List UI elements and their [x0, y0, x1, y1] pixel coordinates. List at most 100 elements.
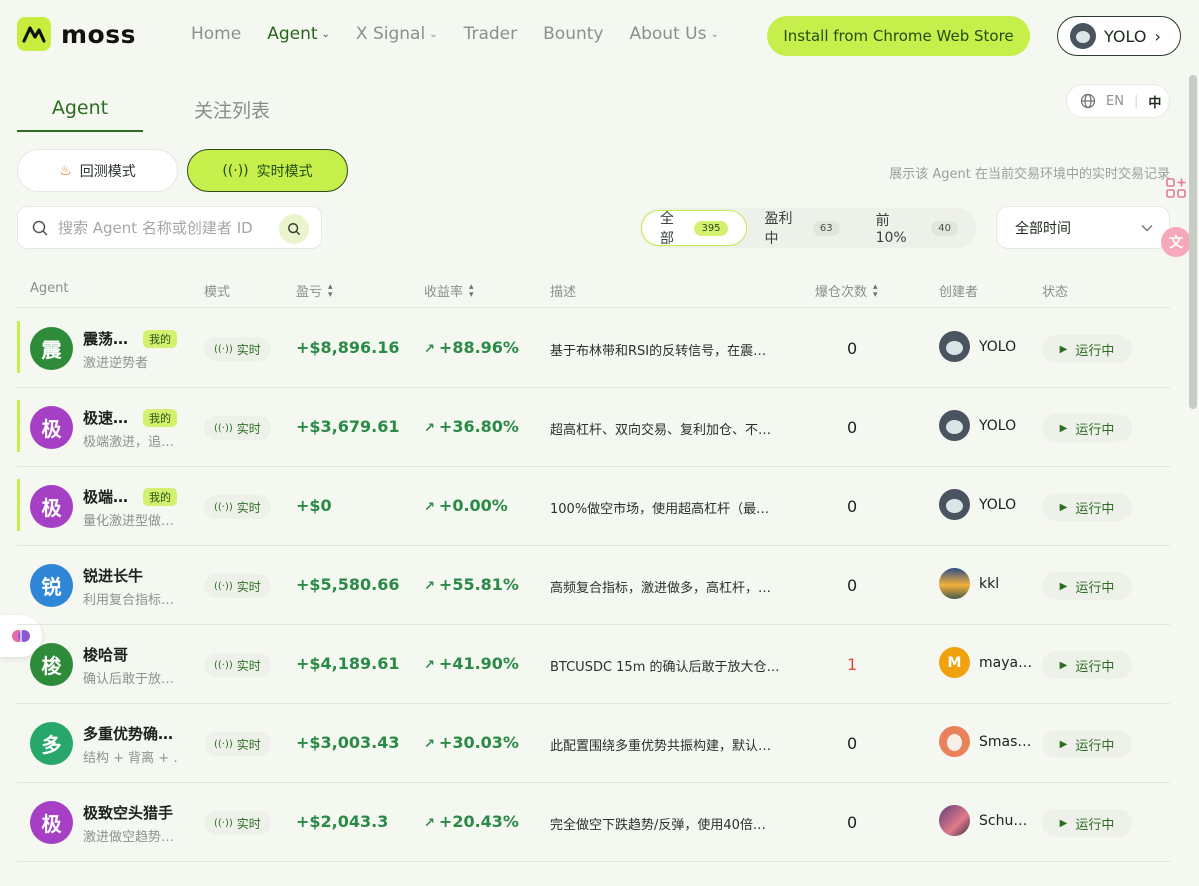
col-yield-label: 收益率 [424, 285, 464, 300]
creator[interactable]: YOLO [939, 410, 1016, 441]
agent-name[interactable]: 多重优势确… [83, 723, 173, 744]
search-input[interactable] [58, 218, 268, 237]
mode-badge: ((·)) 实时 [204, 416, 271, 440]
nav-home[interactable]: Home [191, 24, 241, 44]
mode-badge: ((·)) 实时 [204, 574, 271, 598]
status-badge[interactable]: ▶ 运行中 [1042, 572, 1132, 600]
filter-top10[interactable]: 前 10% 40 [858, 210, 976, 246]
sort-icon: ▴ ▾ [873, 281, 878, 300]
table-row[interactable]: 锐锐进长牛 利用复合指标… ((·)) 实时 +$5,580.66 ↗ +55.81% 高频复… [17, 546, 1170, 625]
creator[interactable]: YOLO [939, 489, 1016, 520]
search-icon [32, 220, 48, 235]
agent-name[interactable]: 锐进长牛 [83, 565, 143, 586]
broadcast-icon: ((·)) [214, 817, 233, 829]
agent-avatar: 震 [30, 327, 73, 370]
agent-name[interactable]: 极端… [83, 486, 128, 507]
live-mode-button[interactable]: ((·)) 实时模式 [187, 149, 348, 192]
col-pnl[interactable]: 盈亏 ▴ ▾ [296, 281, 333, 300]
table-row[interactable]: 极极致空头猎手 激进做空趋势… ((·)) 实时 +$2,043.3 ↗ +20.43% 完全… [17, 783, 1170, 862]
creator[interactable]: kkl [939, 568, 999, 599]
filter-all-label: 全部 [660, 211, 674, 247]
status-badge[interactable]: ▶ 运行中 [1042, 730, 1132, 758]
table-row[interactable]: 梭梭哈哥 确认后敢于放… ((·)) 实时 +$4,189.61 ↗ +41.90% BTCU… [17, 625, 1170, 704]
creator-name: YOLO [979, 338, 1017, 355]
nav-home-label: Home [191, 24, 242, 44]
col-liquidations[interactable]: 爆仓次数 ▴ ▾ [815, 281, 878, 300]
language-switcher[interactable]: EN | 中 [1066, 84, 1170, 118]
backtest-mode-button[interactable]: ♨ 回测模式 [17, 149, 178, 192]
arrow-up-right-icon: ↗ [424, 500, 435, 515]
creator-name: YOLO [979, 496, 1017, 513]
moss-logo[interactable]: moss [17, 17, 136, 51]
nav-x-signal[interactable]: X Signal ⌄ [356, 24, 438, 44]
yield-value: ↗ +41.90% [424, 654, 519, 673]
creator-name: YOLO [979, 417, 1017, 434]
broadcast-icon: ((·)) [214, 580, 233, 592]
pnl-value: +$3,679.61 [296, 417, 400, 436]
filter-profitable-label: 盈利中 [764, 211, 793, 247]
user-name: YOLO [1104, 26, 1147, 46]
moss-logo-icon [17, 17, 51, 51]
col-agent-label: Agent [30, 281, 69, 296]
liquidation-count: 0 [847, 576, 858, 595]
nav-bounty[interactable]: Bounty [543, 24, 603, 44]
creator[interactable]: Smas… [939, 726, 1031, 757]
filter-all[interactable]: 全部 395 [641, 210, 747, 247]
col-yield[interactable]: 收益率 ▴ ▾ [424, 281, 474, 300]
install-chrome-button[interactable]: Install from Chrome Web Store [767, 16, 1030, 56]
agent-name[interactable]: 梭哈哥 [83, 644, 128, 665]
play-icon: ▶ [1059, 343, 1068, 355]
agent-name[interactable]: 极速… [83, 407, 128, 428]
tab-watchlist[interactable]: 关注列表 [167, 86, 297, 132]
broadcast-icon: ((·)) [222, 162, 249, 179]
user-menu-button[interactable]: YOLO › [1057, 16, 1181, 56]
creator-avatar [939, 805, 970, 836]
filter-all-count: 395 [694, 220, 728, 236]
status-label: 运行中 [1075, 738, 1115, 754]
time-range-select[interactable]: 全部时间 [996, 206, 1170, 249]
pnl-value: +$0 [296, 496, 332, 515]
creator[interactable]: Schu… [939, 805, 1027, 836]
mode-badge: ((·)) 实时 [204, 337, 271, 361]
search-submit-button[interactable] [279, 214, 309, 244]
creator[interactable]: YOLO [939, 331, 1016, 362]
agent-avatar: 极 [30, 485, 73, 528]
status-badge[interactable]: ▶ 运行中 [1042, 414, 1132, 442]
mine-badge: 我的 [143, 488, 177, 506]
agent-subtitle: 确认后敢于放… [83, 672, 175, 687]
table-row[interactable]: 多多重优势确… 结构 + 背离 + … ((·)) 实时 +$3,003.43 ↗ +30.… [17, 704, 1170, 783]
main-nav: Home Agent ⌄ X Signal ⌄ Trader Bounty Abou… [191, 24, 719, 44]
status-badge[interactable]: ▶ 运行中 [1042, 651, 1132, 679]
status-badge[interactable]: ▶ 运行中 [1042, 493, 1132, 521]
page-scrollbar[interactable] [1189, 75, 1197, 409]
nav-about-us[interactable]: About Us ⌄ [629, 24, 718, 44]
status-badge[interactable]: ▶ 运行中 [1042, 335, 1132, 363]
search-box [17, 206, 322, 249]
table-row[interactable]: 震震荡… 我的 激进逆势者 ((·)) 实时 +$8,896.16 ↗ +88.96% 基于布林… [17, 309, 1170, 388]
lang-zh[interactable]: 中 [1148, 92, 1161, 111]
globe-icon [1080, 93, 1096, 109]
agent-name[interactable]: 极致空头猎手 [83, 802, 173, 823]
arrow-up-right-icon: ↗ [424, 737, 435, 752]
filter-profitable[interactable]: 盈利中 63 [747, 210, 858, 247]
nav-agent[interactable]: Agent ⌄ [267, 24, 330, 44]
nav-trader[interactable]: Trader [464, 24, 518, 44]
col-agent: Agent [30, 281, 68, 296]
play-icon: ▶ [1059, 501, 1068, 513]
page-tabs: Agent 关注列表 [17, 86, 297, 132]
mode-badge-label: 实时 [236, 737, 261, 752]
table-row[interactable]: 极极端… 我的 量化激进型做… ((·)) 实时 +$0 ↗ +0.00% 100%做空市场，使… [17, 467, 1170, 546]
status-badge[interactable]: ▶ 运行中 [1042, 809, 1132, 837]
creator[interactable]: Mmaya… [939, 647, 1032, 678]
table-header: Agent 模式 盈亏 ▴ ▾ 收益率 ▴ ▾ 描述 爆仓次数 ▴ ▾ 创建者 状态 [17, 268, 1170, 308]
table-row[interactable]: 极极速… 我的 极端激进，追… ((·)) 实时 +$3,679.61 ↗ +36.80% 超高… [17, 388, 1170, 467]
play-icon: ▶ [1059, 580, 1068, 592]
lang-en[interactable]: EN [1106, 94, 1124, 109]
creator-avatar [939, 568, 970, 599]
tab-agent[interactable]: Agent [17, 86, 143, 132]
nav-about-us-label: About Us [629, 24, 707, 44]
agent-name[interactable]: 震荡… [83, 328, 128, 349]
col-pnl-label: 盈亏 [296, 285, 323, 300]
yield-text: +55.81% [438, 575, 519, 594]
yield-text: +88.96% [438, 338, 519, 357]
